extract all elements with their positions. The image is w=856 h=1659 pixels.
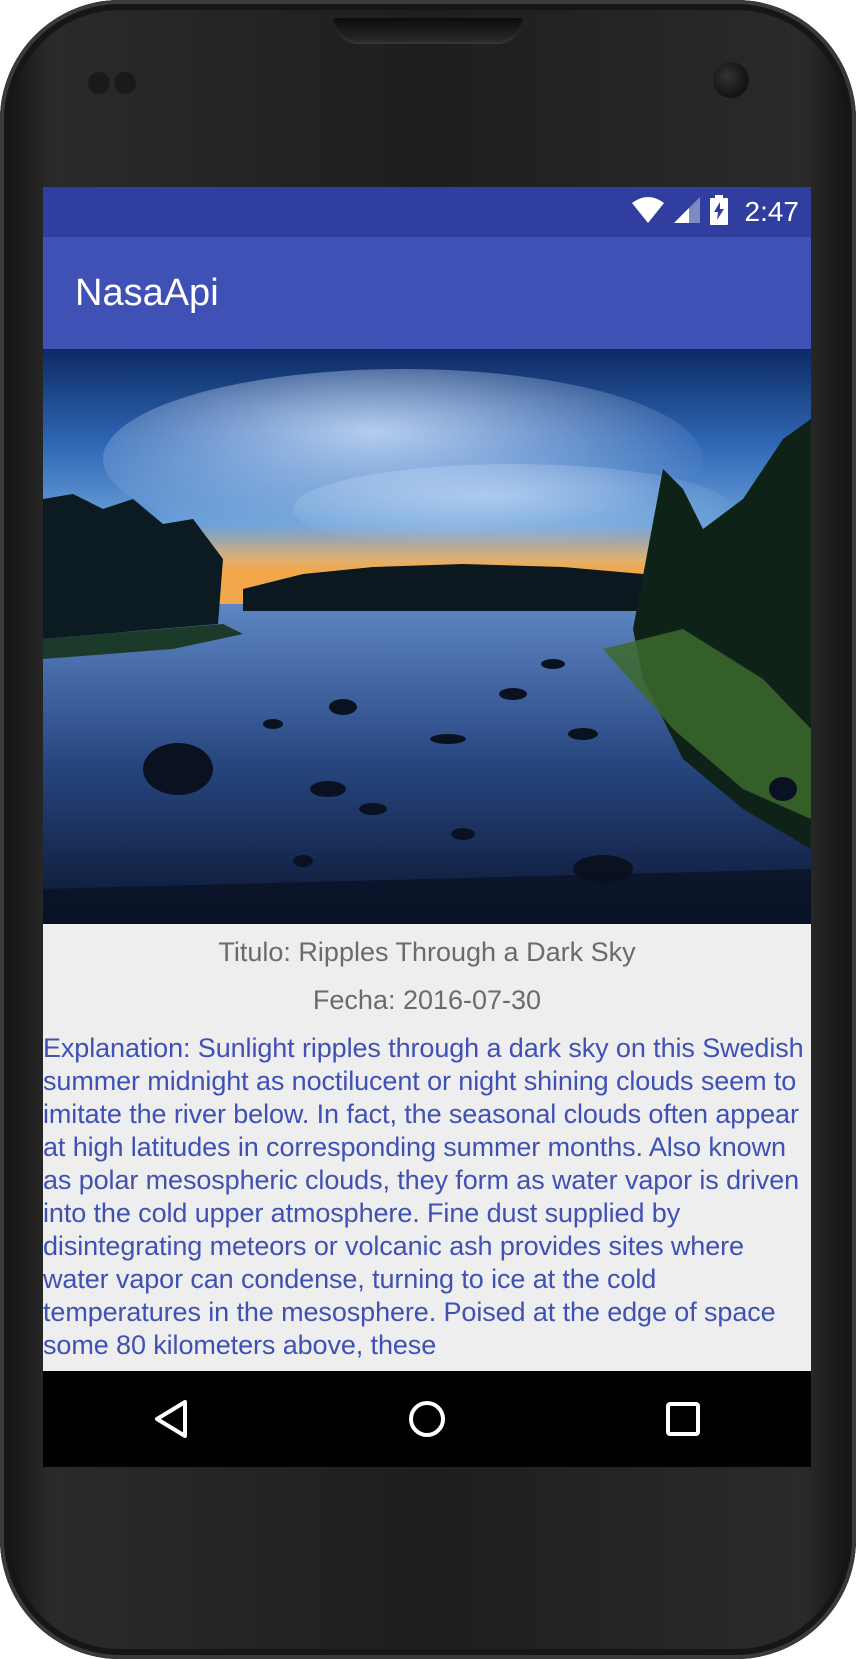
home-icon [409,1401,445,1437]
app-toolbar: NasaApi [43,237,811,349]
apod-image [43,349,811,924]
navigation-bar [43,1371,811,1467]
status-time: 2:47 [744,196,800,227]
front-camera [713,62,749,98]
back-icon [155,1400,187,1438]
recents-button[interactable] [643,1379,723,1459]
proximity-sensor [88,72,110,94]
back-button[interactable] [131,1379,211,1459]
status-bar: 2:47 [43,187,811,237]
earpiece-speaker [333,18,523,44]
battery-charging-icon [709,195,729,229]
apod-title: Titulo: Ripples Through a Dark Sky [218,937,636,967]
phone-frame: 2:47 NasaApi Titulo: Ripples Through a D… [0,0,856,1659]
light-sensor [114,72,136,94]
signal-icon [673,196,701,228]
apod-date: Fecha: 2016-07-30 [312,985,542,1015]
app-title: NasaApi [75,272,219,314]
home-button[interactable] [387,1379,467,1459]
recents-icon [666,1402,700,1436]
wifi-icon [631,196,665,228]
screen: 2:47 NasaApi Titulo: Ripples Through a D… [43,187,811,1467]
